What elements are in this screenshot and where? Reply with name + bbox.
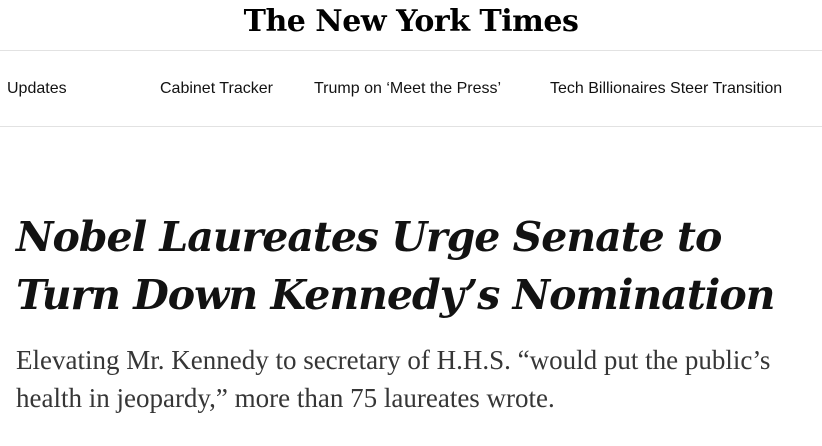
top-nav: Updates Cabinet Tracker Trump on ‘Meet t… bbox=[0, 51, 822, 127]
nav-link-updates[interactable]: Updates bbox=[7, 79, 67, 99]
masthead: The New York Times bbox=[0, 0, 822, 51]
nyt-logo[interactable]: The New York Times bbox=[0, 2, 822, 42]
nav-link-trump-meet-the-press[interactable]: Trump on ‘Meet the Press’ bbox=[314, 79, 501, 99]
nav-link-cabinet-tracker[interactable]: Cabinet Tracker bbox=[160, 79, 273, 99]
article-headline: Nobel Laureates Urge Senate to Turn Down… bbox=[16, 213, 776, 319]
article-summary: Elevating Mr. Kennedy to secretary of H.… bbox=[16, 345, 771, 413]
nav-link-tech-billionaires[interactable]: Tech Billionaires Steer Transition bbox=[550, 79, 782, 99]
